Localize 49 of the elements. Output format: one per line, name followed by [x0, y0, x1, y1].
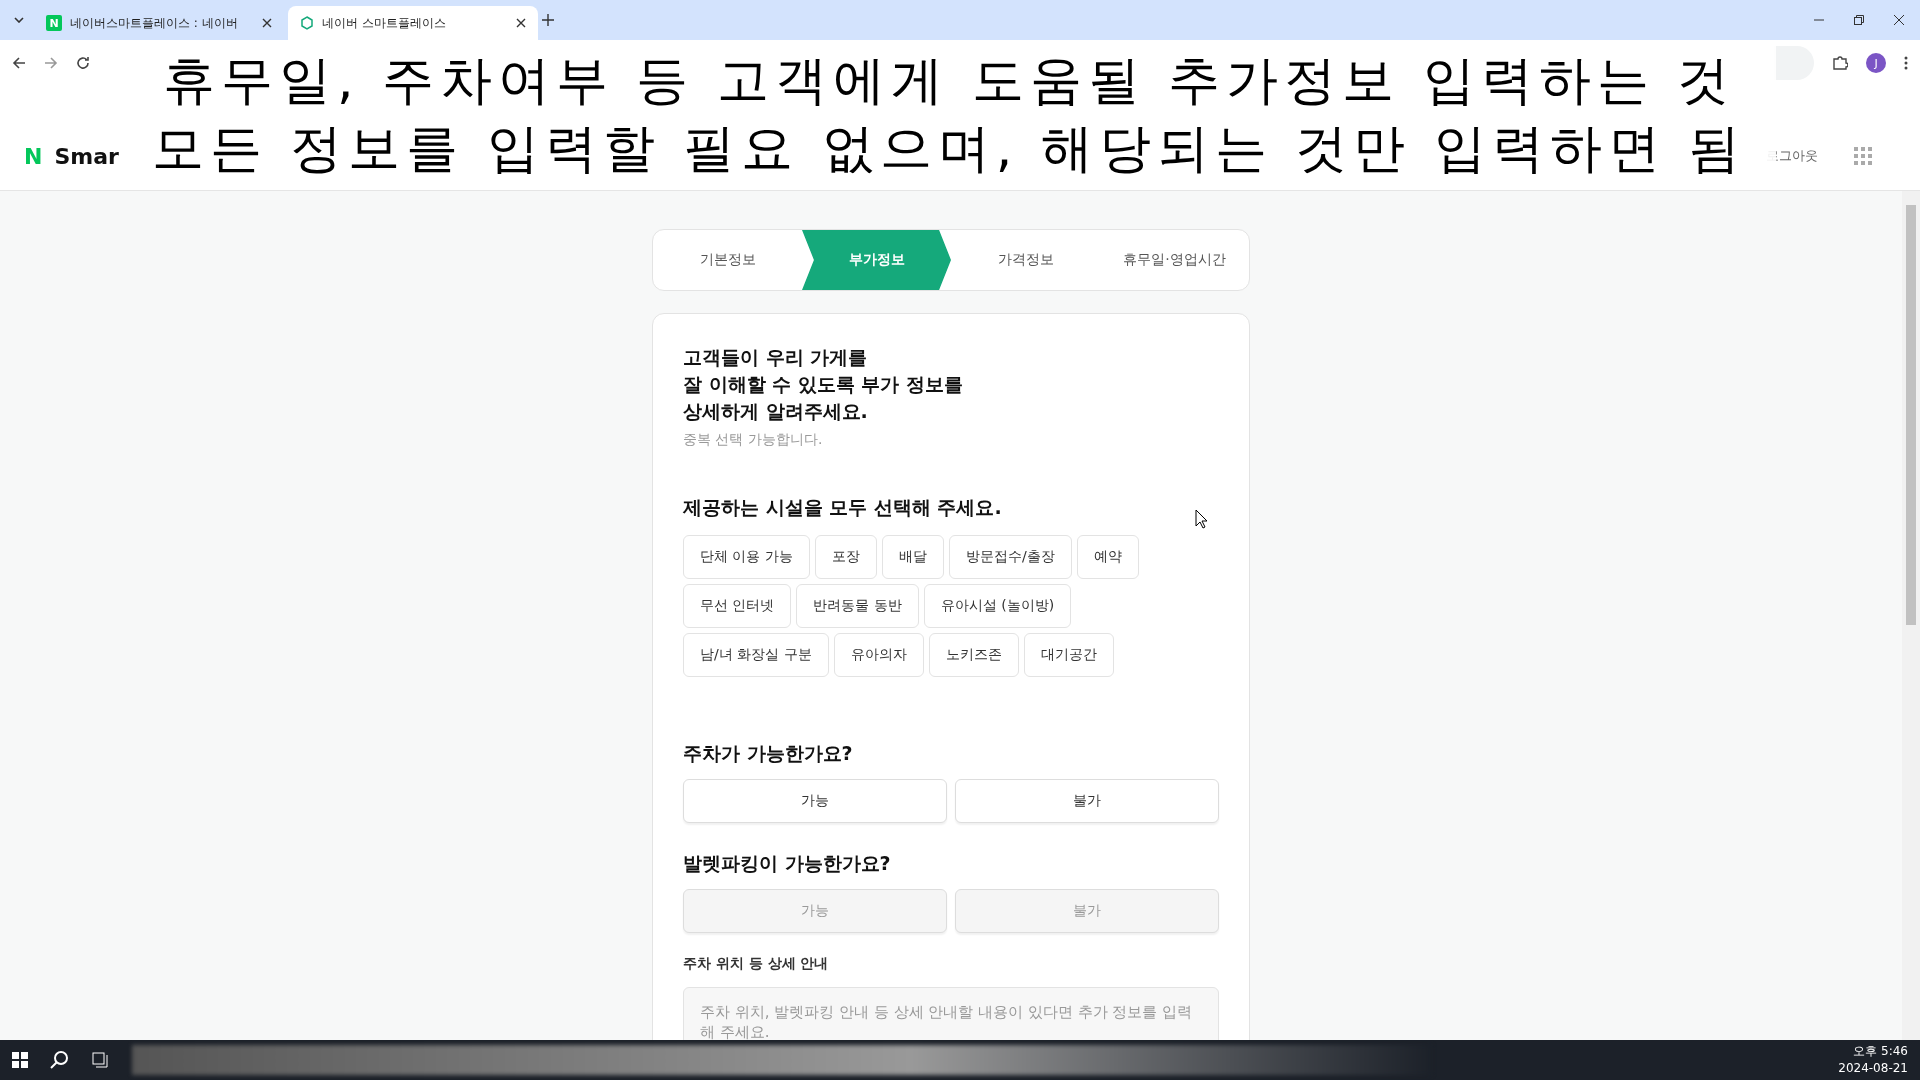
facility-chip[interactable]: 포장 [814, 535, 877, 579]
facility-chip[interactable]: 무선 인터넷 [683, 584, 792, 628]
search-icon[interactable] [50, 1050, 70, 1070]
step-tab[interactable]: 휴무일·영업시간 [1100, 230, 1249, 290]
cursor-icon [1195, 509, 1209, 529]
profile-avatar[interactable]: J [1866, 53, 1886, 73]
question-title: 주차가 가능한가요? [683, 741, 854, 766]
step-tab[interactable]: 가격정보 [951, 230, 1100, 290]
close-icon[interactable] [262, 18, 272, 28]
reload-icon[interactable] [76, 56, 90, 70]
section-title: 제공하는 시설을 모두 선택해 주세요. [683, 495, 1002, 520]
step-tab[interactable]: 기본정보 [653, 230, 802, 290]
intro-note: 중복 선택 가능합니다. [683, 431, 824, 449]
choice-button[interactable]: 불가 [955, 779, 1219, 823]
intro-title: 고객들이 우리 가게를 잘 이해할 수 있도록 부가 정보를 상세하게 알려주세요. [683, 345, 965, 424]
close-icon[interactable] [516, 18, 526, 28]
close-icon[interactable] [1894, 15, 1904, 25]
hexagon-icon [300, 16, 314, 30]
facility-chip[interactable]: 단체 이용 가능 [683, 535, 810, 579]
plus-icon[interactable] [542, 14, 554, 26]
field-label: 주차 위치 등 상세 안내 [683, 955, 830, 973]
facility-chip[interactable]: 배달 [881, 535, 944, 579]
favicon: N [46, 15, 62, 31]
question-title: 발렛파킹이 가능한가요? [683, 851, 892, 876]
clock-time: 오후 5:46 [1853, 1043, 1908, 1060]
detail-input-field[interactable]: 주차 위치, 발렛파킹 안내 등 상세 안내할 내용이 있다면 추가 정보를 입력해 주세요. [683, 987, 1219, 1040]
facility-chip[interactable]: 남/녀 화장실 구분 [683, 633, 829, 677]
facility-chip[interactable]: 대기공간 [1023, 633, 1114, 677]
choice-button[interactable]: 가능 [683, 779, 947, 823]
browser-tab[interactable]: N 네이버스마트플레이스 : 네이버 [34, 6, 284, 40]
facility-chip[interactable]: 예약 [1076, 535, 1139, 579]
caret-icon[interactable] [14, 17, 24, 23]
forward-icon[interactable] [44, 56, 58, 70]
windows-icon[interactable] [12, 1052, 28, 1068]
puzzle-icon[interactable] [1832, 55, 1848, 71]
logo[interactable]: Smar [54, 143, 119, 169]
facility-chip[interactable]: 유아의자 [833, 633, 924, 677]
logout-link[interactable]: 로그아웃 [1766, 147, 1818, 165]
scrollbar[interactable] [1902, 191, 1920, 1040]
browser-tab[interactable]: 네이버 스마트플레이스 [288, 6, 538, 40]
restore-icon[interactable] [1854, 15, 1864, 25]
facility-chip[interactable]: 유아시설 (놀이방) [923, 584, 1072, 628]
more-icon[interactable] [1904, 56, 1908, 70]
clock-date: 2024-08-21 [1838, 1060, 1908, 1077]
task-view-icon[interactable] [92, 1052, 110, 1068]
facility-chip[interactable]: 반려동물 동반 [796, 584, 919, 628]
back-icon[interactable] [12, 56, 26, 70]
facility-chip[interactable]: 방문접수/출장 [948, 535, 1072, 579]
facility-chip[interactable]: 노키즈존 [928, 633, 1019, 677]
